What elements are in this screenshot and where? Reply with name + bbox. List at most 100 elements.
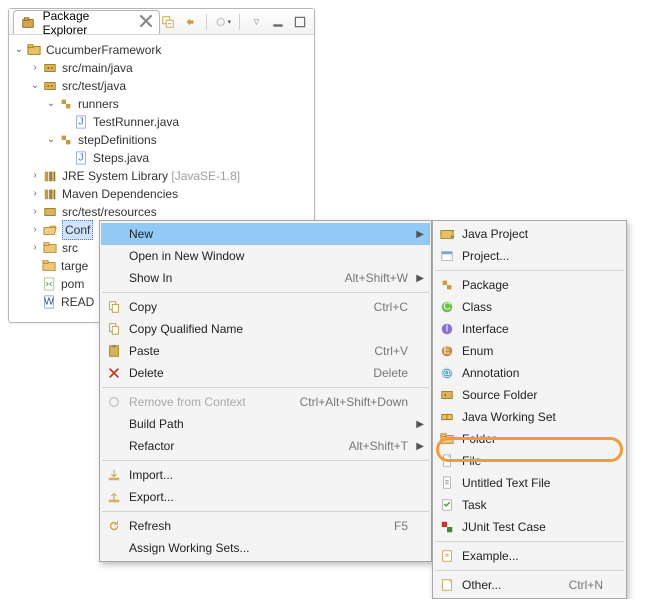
svg-text:I: I bbox=[446, 323, 449, 335]
expand-arrow[interactable]: › bbox=[29, 203, 41, 221]
project-icon bbox=[436, 249, 458, 263]
expand-arrow[interactable]: › bbox=[29, 185, 41, 203]
expand-arrow[interactable]: › bbox=[29, 221, 41, 239]
expand-arrow[interactable]: › bbox=[29, 167, 41, 185]
svg-text:@: @ bbox=[442, 367, 453, 379]
export-icon bbox=[103, 490, 125, 504]
text-file-icon bbox=[436, 476, 458, 490]
package-folder-icon bbox=[42, 78, 58, 94]
package-icon bbox=[58, 96, 74, 112]
header-toolbar: ▾ ▽ bbox=[160, 14, 310, 30]
tree-src-main-java[interactable]: ›src/main/java bbox=[13, 59, 310, 77]
svg-text:J: J bbox=[78, 152, 83, 164]
menu-folder[interactable]: Folder bbox=[434, 428, 625, 450]
folder-open-icon bbox=[42, 222, 58, 238]
java-project-icon: J bbox=[436, 227, 458, 241]
menu-package[interactable]: Package bbox=[434, 274, 625, 296]
menu-file[interactable]: File bbox=[434, 450, 625, 472]
tree-src-test-res[interactable]: ›src/test/resources bbox=[13, 203, 310, 221]
menu-source-folder[interactable]: Source Folder bbox=[434, 384, 625, 406]
view-menu-icon[interactable]: ▽ bbox=[248, 14, 264, 30]
tree-jre[interactable]: ›JRE System Library [JavaSE-1.8] bbox=[13, 167, 310, 185]
menu-delete[interactable]: DeleteDelete bbox=[101, 362, 430, 384]
xml-file-icon bbox=[41, 276, 57, 292]
menu-assign-working-sets[interactable]: Assign Working Sets... bbox=[101, 537, 430, 559]
svg-text:J: J bbox=[78, 116, 83, 128]
java-file-icon: J bbox=[73, 150, 89, 166]
tree-maven[interactable]: ›Maven Dependencies bbox=[13, 185, 310, 203]
task-icon bbox=[436, 498, 458, 512]
submenu-arrow-icon: ▶ bbox=[416, 419, 424, 430]
menu-junit[interactable]: JUnit Test Case bbox=[434, 516, 625, 538]
menu-enum[interactable]: EEnum bbox=[434, 340, 625, 362]
submenu-arrow-icon: ▶ bbox=[416, 229, 424, 240]
tree-project[interactable]: ⌄CucumberFramework bbox=[13, 41, 310, 59]
refresh-icon bbox=[103, 519, 125, 533]
menu-java-project[interactable]: JJava Project bbox=[434, 223, 625, 245]
maximize-icon[interactable] bbox=[292, 14, 308, 30]
menu-new[interactable]: New▶ bbox=[101, 223, 430, 245]
expand-arrow[interactable]: ⌄ bbox=[45, 95, 57, 113]
folder-icon bbox=[41, 258, 57, 274]
folder-icon bbox=[42, 240, 58, 256]
new-submenu: JJava Project Project... Package CClass … bbox=[432, 220, 627, 599]
menu-example[interactable]: Example... bbox=[434, 545, 625, 567]
menu-open-window[interactable]: Open in New Window bbox=[101, 245, 430, 267]
link-editor-icon[interactable] bbox=[182, 14, 198, 30]
enum-icon: E bbox=[436, 344, 458, 358]
menu-interface[interactable]: IInterface bbox=[434, 318, 625, 340]
expand-arrow[interactable]: ⌄ bbox=[13, 41, 25, 59]
junit-icon bbox=[436, 520, 458, 534]
package-folder-icon bbox=[42, 60, 58, 76]
copy-icon bbox=[103, 322, 125, 336]
menu-refresh[interactable]: RefreshF5 bbox=[101, 515, 430, 537]
svg-text:J: J bbox=[451, 229, 455, 241]
source-folder-icon bbox=[436, 388, 458, 402]
menu-untitled-text-file[interactable]: Untitled Text File bbox=[434, 472, 625, 494]
wizard-icon bbox=[436, 578, 458, 592]
package-icon bbox=[20, 15, 36, 31]
example-icon bbox=[436, 549, 458, 563]
expand-arrow[interactable]: › bbox=[29, 239, 41, 257]
copy-icon bbox=[103, 300, 125, 314]
tree-testrunner[interactable]: JTestRunner.java bbox=[13, 113, 310, 131]
submenu-arrow-icon: ▶ bbox=[416, 441, 424, 452]
tree-stepdefs[interactable]: ⌄stepDefinitions bbox=[13, 131, 310, 149]
tab-title: Package Explorer bbox=[43, 9, 135, 37]
menu-java-working-set[interactable]: Java Working Set bbox=[434, 406, 625, 428]
package-explorer-tab[interactable]: Package Explorer bbox=[13, 10, 160, 34]
menu-other[interactable]: Other...Ctrl+N bbox=[434, 574, 625, 596]
expand-arrow[interactable]: › bbox=[29, 59, 41, 77]
menu-class[interactable]: CClass bbox=[434, 296, 625, 318]
class-icon: C bbox=[436, 300, 458, 314]
delete-icon bbox=[103, 366, 125, 380]
tree-steps[interactable]: JSteps.java bbox=[13, 149, 310, 167]
minimize-icon[interactable] bbox=[270, 14, 286, 30]
menu-import[interactable]: Import... bbox=[101, 464, 430, 486]
menu-copy-qualified[interactable]: Copy Qualified Name bbox=[101, 318, 430, 340]
menu-project[interactable]: Project... bbox=[434, 245, 625, 267]
menu-annotation[interactable]: @Annotation bbox=[434, 362, 625, 384]
submenu-arrow-icon: ▶ bbox=[416, 273, 424, 284]
expand-arrow[interactable]: ⌄ bbox=[29, 77, 41, 95]
package-icon bbox=[436, 278, 458, 292]
file-icon bbox=[436, 454, 458, 468]
menu-refactor[interactable]: RefactorAlt+Shift+T▶ bbox=[101, 435, 430, 457]
menu-build-path[interactable]: Build Path▶ bbox=[101, 413, 430, 435]
svg-text:W: W bbox=[44, 296, 54, 308]
menu-export[interactable]: Export... bbox=[101, 486, 430, 508]
menu-task[interactable]: Task bbox=[434, 494, 625, 516]
focus-task-icon[interactable]: ▾ bbox=[215, 14, 231, 30]
import-icon bbox=[103, 468, 125, 482]
menu-paste[interactable]: PasteCtrl+V bbox=[101, 340, 430, 362]
folder-icon bbox=[436, 432, 458, 446]
tree-runners[interactable]: ⌄runners bbox=[13, 95, 310, 113]
menu-show-in[interactable]: Show InAlt+Shift+W▶ bbox=[101, 267, 430, 289]
expand-arrow[interactable]: ⌄ bbox=[45, 131, 57, 149]
working-set-icon bbox=[436, 410, 458, 424]
tree-src-test-java[interactable]: ⌄src/test/java bbox=[13, 77, 310, 95]
menu-copy[interactable]: CopyCtrl+C bbox=[101, 296, 430, 318]
close-tab-icon[interactable] bbox=[139, 14, 153, 31]
interface-icon: I bbox=[436, 322, 458, 336]
collapse-all-icon[interactable] bbox=[160, 14, 176, 30]
